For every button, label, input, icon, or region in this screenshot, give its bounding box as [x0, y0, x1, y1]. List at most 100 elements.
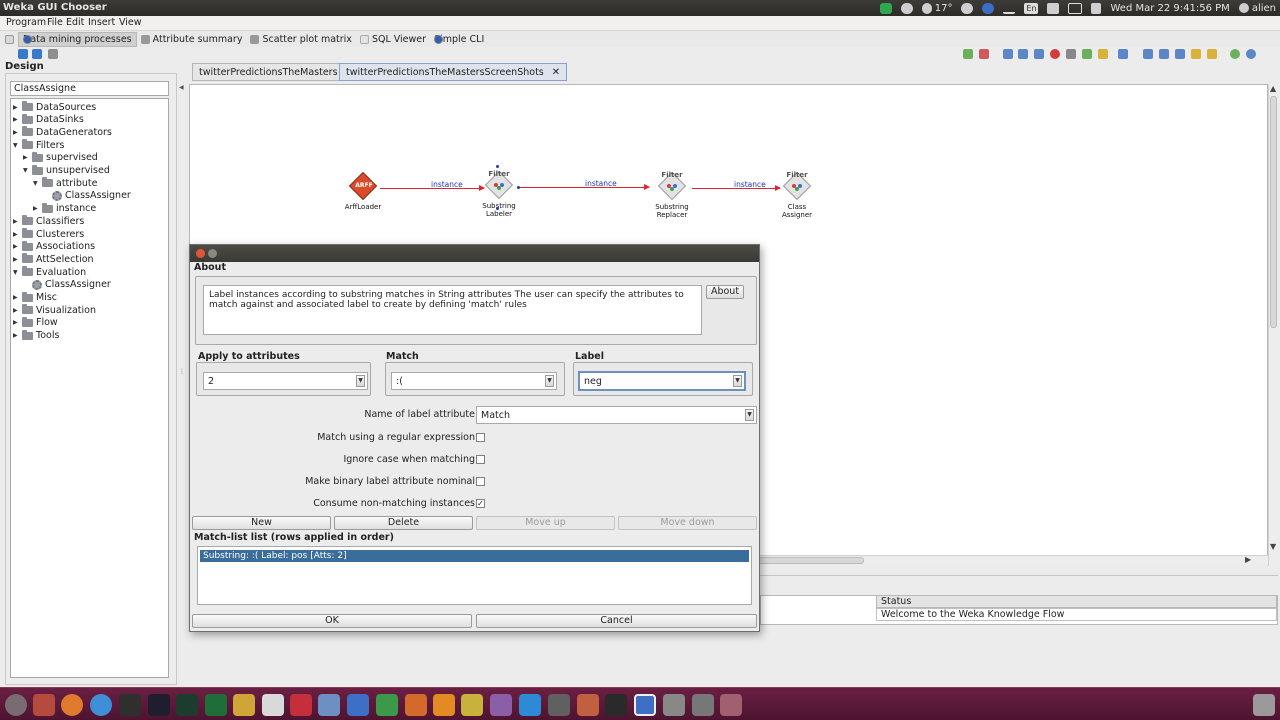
scroll-thumb[interactable]: [1270, 96, 1277, 328]
collapsed-icon[interactable]: ▶: [13, 104, 19, 111]
delete-icon[interactable]: [1050, 49, 1060, 59]
note-icon[interactable]: [1098, 49, 1108, 59]
apply-to-attributes-combo[interactable]: 2 ▼: [203, 372, 368, 390]
tree-item[interactable]: ▶ DataSources: [13, 101, 96, 113]
network-app-icon[interactable]: [982, 2, 995, 14]
new-flow-icon[interactable]: [1143, 49, 1153, 59]
collapsed-icon[interactable]: ▶: [33, 205, 39, 212]
pycharm-icon[interactable]: [205, 694, 227, 716]
tree-item[interactable]: ▼ unsupervised: [23, 164, 110, 177]
perspective-simple-cli[interactable]: Simple CLI: [430, 32, 488, 47]
keyboard-layout-indicator[interactable]: En: [1024, 2, 1039, 14]
chat-icon[interactable]: [961, 2, 974, 14]
menu-view[interactable]: View: [119, 17, 142, 28]
tree-item[interactable]: ▶ Tools: [13, 329, 59, 342]
text-editor-icon[interactable]: [262, 694, 284, 716]
impress-icon[interactable]: [405, 694, 427, 716]
perspective-sql-viewer[interactable]: SQL Viewer: [356, 32, 430, 47]
mail-icon[interactable]: [1047, 2, 1060, 14]
monitor-icon[interactable]: [605, 694, 627, 716]
update-icon[interactable]: [879, 2, 892, 14]
trash-icon[interactable]: [1253, 694, 1275, 716]
tree-item[interactable]: ▶ instance: [33, 202, 96, 215]
cancel-button[interactable]: Cancel: [476, 614, 757, 628]
expanded-icon[interactable]: ▼: [23, 167, 29, 174]
splitter-handle-icon[interactable]: ⋮: [179, 368, 185, 375]
expanded-icon[interactable]: ▼: [13, 269, 19, 276]
tree-item[interactable]: ▶ DataSinks: [13, 113, 84, 126]
help-icon[interactable]: [1246, 49, 1256, 59]
zoom-out-icon[interactable]: [979, 49, 989, 59]
node-substring-replacer[interactable]: Filter Substring Replacer: [651, 171, 693, 219]
tree-item[interactable]: ▼ Filters: [13, 139, 64, 151]
scroll-up-icon[interactable]: ▲: [1270, 84, 1276, 93]
save-icon[interactable]: [1159, 49, 1169, 59]
vlc-icon[interactable]: [433, 694, 455, 716]
new-button[interactable]: New: [192, 516, 331, 530]
user-menu[interactable]: alien: [1238, 3, 1276, 14]
software-center-icon[interactable]: [519, 694, 541, 716]
volume-icon[interactable]: [1091, 2, 1102, 14]
consume-non-matching-checkbox[interactable]: ✓: [476, 499, 485, 508]
tree-item[interactable]: ▶ Flow: [13, 316, 58, 329]
dash-icon[interactable]: [5, 694, 27, 716]
coffee-icon[interactable]: [900, 2, 913, 14]
run-icon[interactable]: [18, 49, 28, 59]
menu-program[interactable]: Program: [6, 17, 46, 28]
scroll-down-icon[interactable]: ▼: [1270, 542, 1276, 551]
open-icon[interactable]: [1191, 49, 1201, 59]
collapsed-icon[interactable]: ▶: [13, 332, 19, 339]
tree-item[interactable]: ▶ Misc: [13, 291, 57, 304]
collapsed-icon[interactable]: ▶: [23, 154, 29, 161]
binary-nominal-checkbox[interactable]: [476, 477, 485, 486]
panel-splitter[interactable]: ◀ ⋮: [178, 84, 185, 684]
ok-button[interactable]: OK: [192, 614, 472, 628]
ignore-case-checkbox[interactable]: [476, 455, 485, 464]
tree-item[interactable]: ▶ Visualization: [13, 304, 96, 316]
label-combo[interactable]: neg ▼: [578, 371, 746, 391]
collapsed-icon[interactable]: ▶: [13, 243, 19, 250]
files-icon[interactable]: [33, 694, 55, 716]
dialog-title-bar[interactable]: [190, 245, 759, 262]
regex-checkbox[interactable]: [476, 433, 485, 442]
settings-icon[interactable]: [1230, 49, 1240, 59]
perspective-attribute-summary[interactable]: Attribute summary: [137, 32, 247, 47]
perspective-scatter-plot-matrix[interactable]: Scatter plot matrix: [246, 32, 356, 47]
writer-icon[interactable]: [347, 694, 369, 716]
weather-indicator[interactable]: 17°: [921, 2, 952, 14]
match-combo[interactable]: :( ▼: [391, 372, 557, 390]
snap-icon[interactable]: [1082, 49, 1092, 59]
java-app-icon[interactable]: [634, 694, 656, 716]
perspective-data-mining[interactable]: Data mining processes: [18, 31, 137, 47]
design-search-input[interactable]: ClassAssigne: [10, 81, 169, 96]
menu-file[interactable]: File: [47, 17, 63, 28]
window-icon[interactable]: [692, 694, 714, 716]
workspace-icon[interactable]: [720, 694, 742, 716]
tree-item[interactable]: ClassAssigner: [23, 279, 111, 291]
scroll-right-icon[interactable]: ▶: [1245, 555, 1251, 564]
archive-icon[interactable]: [233, 694, 255, 716]
design-tree[interactable]: ▶ DataSources ▶ DataSinks ▶ DataGenerators ▼ Fi…: [10, 98, 169, 678]
draw-icon[interactable]: [461, 694, 483, 716]
layout-icon[interactable]: [1118, 49, 1128, 59]
chevron-down-icon[interactable]: ▼: [356, 375, 365, 387]
mendeley-icon[interactable]: [290, 694, 312, 716]
node-arffloader[interactable]: ARFF ArffLoader: [342, 171, 384, 211]
paste-icon[interactable]: [1066, 49, 1076, 59]
collapsed-icon[interactable]: ▶: [13, 319, 19, 326]
intellij-icon[interactable]: [148, 694, 170, 716]
settings-icon[interactable]: [577, 694, 599, 716]
menu-edit[interactable]: Edit: [66, 17, 84, 28]
canvas-vertical-scrollbar[interactable]: ▲ ▼: [1268, 84, 1278, 566]
clion-icon[interactable]: [176, 694, 198, 716]
calc-icon[interactable]: [376, 694, 398, 716]
collapsed-icon[interactable]: ▶: [13, 129, 19, 136]
chevron-down-icon[interactable]: ▼: [545, 375, 554, 387]
select-all-icon[interactable]: [1003, 49, 1013, 59]
tab-flow-masters[interactable]: twitterPredictionsTheMasters ✕: [192, 63, 361, 81]
tree-item[interactable]: ▼ Evaluation: [13, 266, 86, 278]
weka-icon[interactable]: [318, 694, 340, 716]
expanded-icon[interactable]: ▼: [13, 142, 19, 149]
chrome-icon[interactable]: [90, 694, 112, 716]
presentation-icon[interactable]: [490, 694, 512, 716]
